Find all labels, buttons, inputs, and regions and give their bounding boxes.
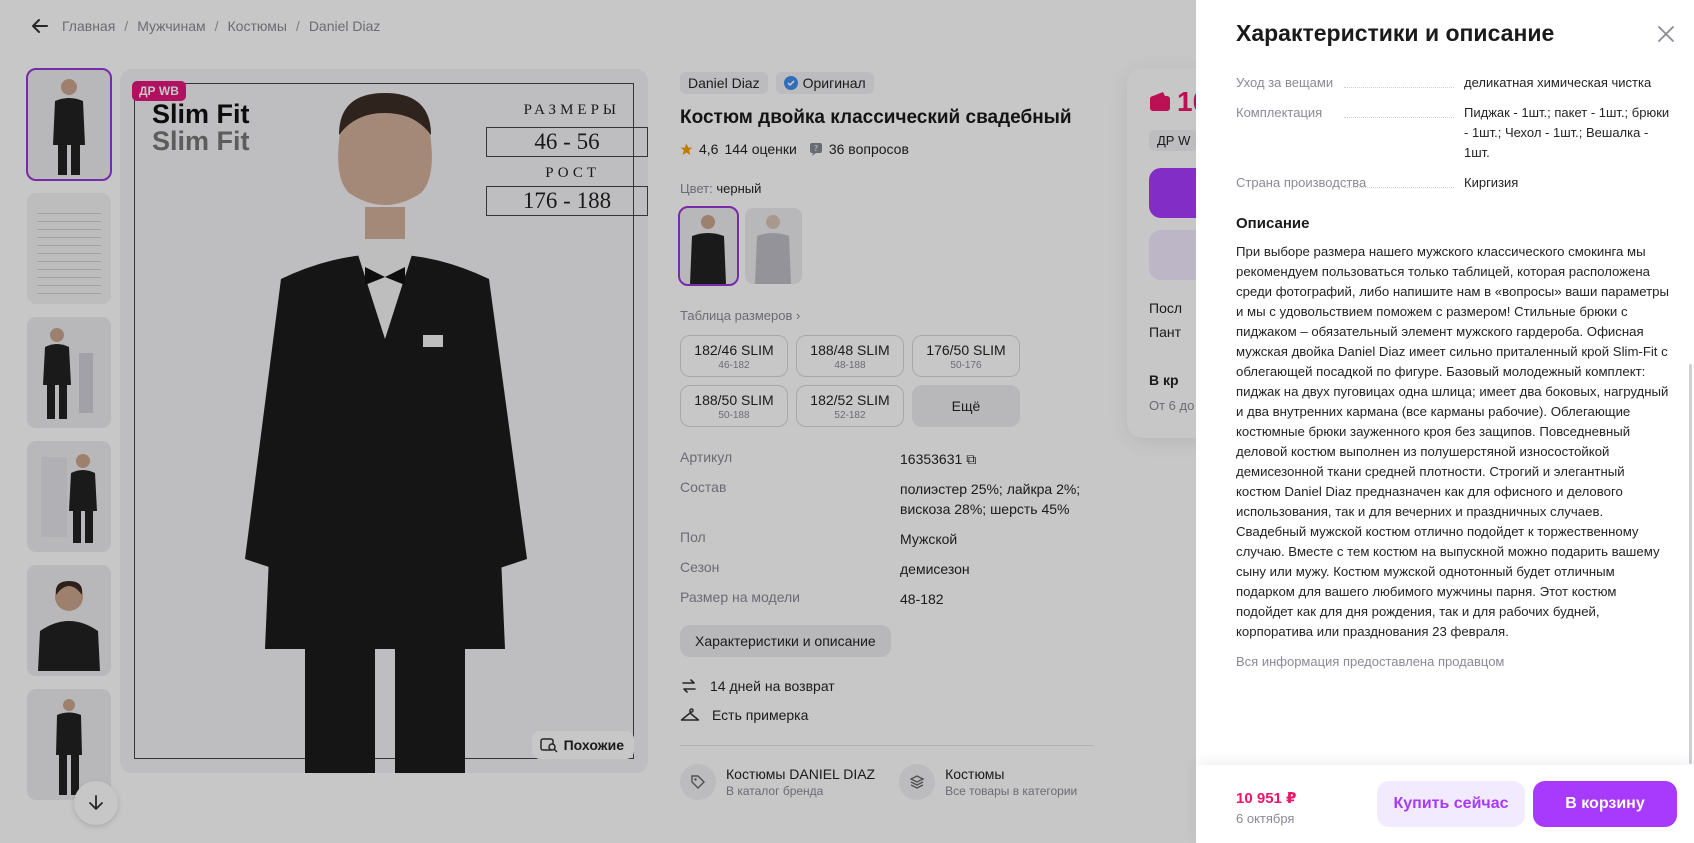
characteristic-row: Уход за вещами деликатная химическая чис… — [1236, 73, 1672, 93]
characteristic-value: Киргизия — [1464, 175, 1519, 190]
characteristic-value: деликатная химическая чистка — [1464, 75, 1652, 90]
add-to-cart-button[interactable]: В корзину — [1533, 781, 1677, 827]
description-heading: Описание — [1236, 215, 1310, 232]
close-icon[interactable] — [1654, 22, 1678, 46]
characteristic-key: Страна производства — [1236, 173, 1464, 193]
characteristic-row: Страна производства Киргизия — [1236, 173, 1672, 193]
characteristic-row: Комплектация Пиджак - 1шт.; пакет - 1шт.… — [1236, 103, 1672, 163]
description-text: При выборе размера нашего мужского класс… — [1236, 244, 1669, 639]
characteristics-drawer: Характеристики и описание Уход за вещами… — [1196, 0, 1694, 843]
buy-now-button[interactable]: Купить сейчас — [1377, 781, 1525, 827]
characteristic-key: Комплектация — [1236, 103, 1464, 163]
drawer-scrollbar[interactable] — [1689, 364, 1692, 764]
footer-price: 10 951 ₽ — [1236, 790, 1297, 807]
seller-note: Вся информация предоставлена продавцом — [1236, 654, 1505, 669]
characteristic-value: Пиджак - 1шт.; пакет - 1шт.; брюки - 1шт… — [1464, 105, 1670, 160]
drawer-title: Характеристики и описание — [1236, 20, 1555, 46]
footer-delivery-date: 6 октября — [1236, 811, 1295, 826]
drawer-footer: 10 951 ₽ 6 октября Купить сейчас В корзи… — [1196, 765, 1694, 843]
drawer-body: Уход за вещами деликатная химическая чис… — [1236, 73, 1672, 669]
characteristic-key: Уход за вещами — [1236, 73, 1464, 93]
